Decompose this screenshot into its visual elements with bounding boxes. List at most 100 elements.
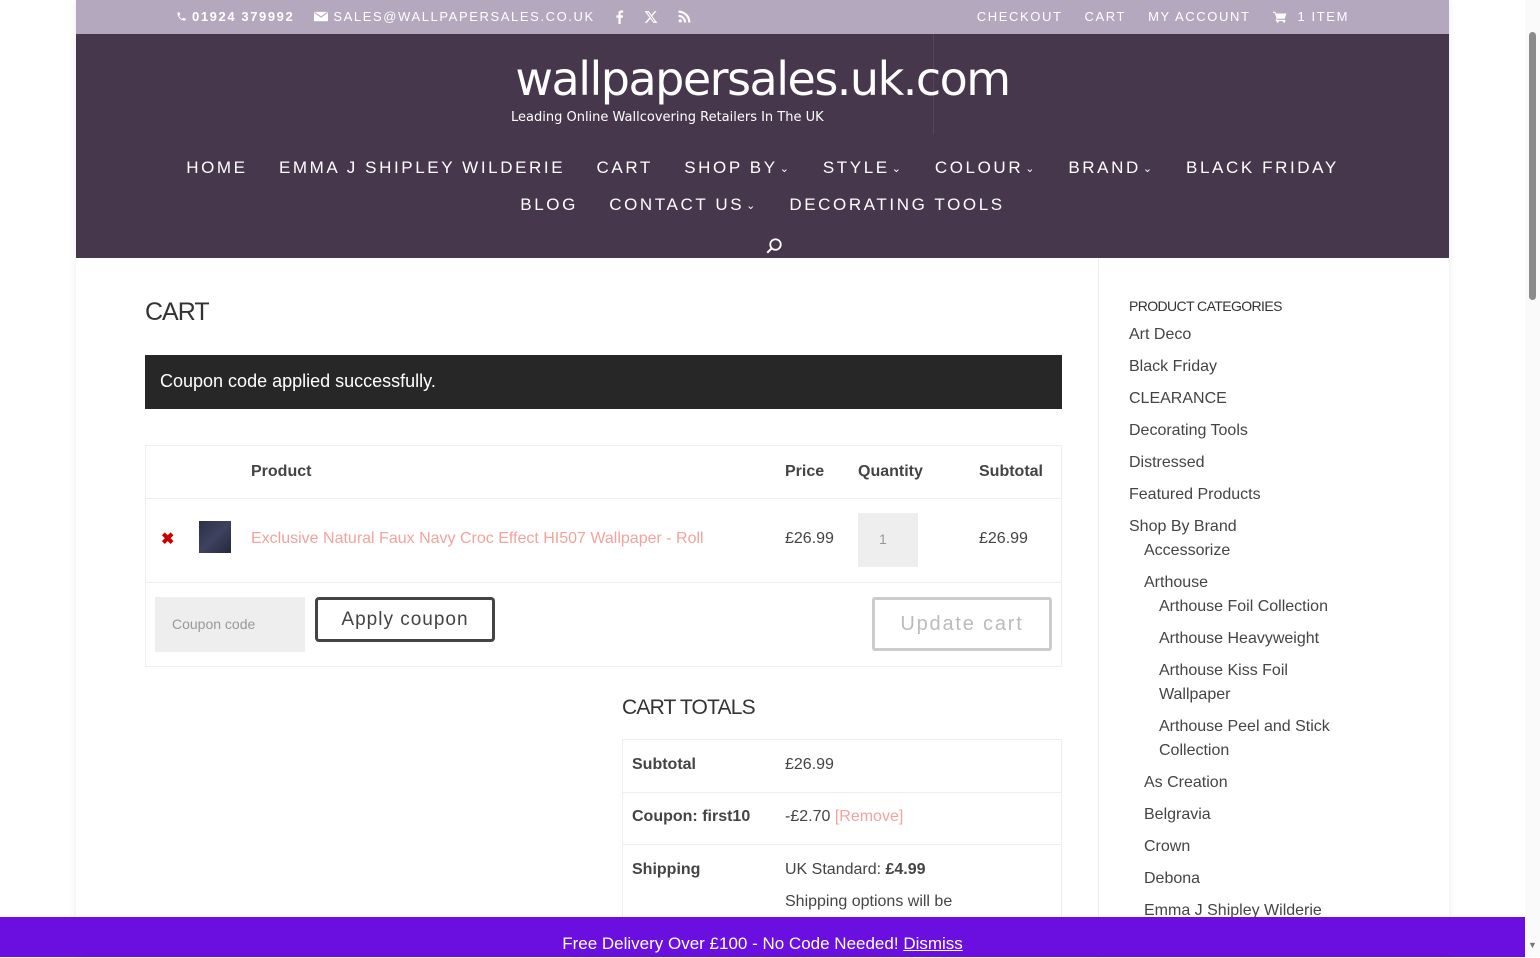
subtotal-value: £26.99	[785, 756, 834, 773]
shipping-note: Shipping options will be	[785, 893, 953, 910]
scrollbar[interactable]: ▼	[1525, 0, 1540, 957]
coupon-code-input[interactable]: Coupon code	[155, 597, 305, 652]
x-twitter-icon	[644, 10, 658, 23]
nav-cart[interactable]: CART	[597, 158, 653, 178]
sidebar-divider	[1098, 258, 1099, 958]
category-link[interactable]: Arthouse Kiss Foil	[1159, 659, 1288, 683]
main-nav-row1: HOME EMMA J SHIPLEY WILDERIE CART SHOP B…	[76, 158, 1449, 178]
divider	[623, 792, 1061, 793]
header-quantity: Quantity	[858, 463, 923, 480]
shopping-cart-icon	[1272, 11, 1286, 23]
my-account-link[interactable]: MY ACCOUNT	[1148, 9, 1250, 24]
cart-totals-title: CART TOTALS	[622, 696, 756, 719]
top-bar: 01924 379992 SALES@WALLPAPERSALES.CO.UK …	[76, 0, 1449, 34]
remove-coupon-link[interactable]: [Remove]	[835, 808, 903, 825]
divider	[146, 582, 1061, 583]
phone-number: 01924 379992	[192, 9, 295, 24]
item-price: £26.99	[785, 530, 834, 547]
x-twitter-link[interactable]	[644, 10, 658, 24]
chevron-down-icon: ⌄	[1025, 163, 1038, 175]
nav-black-friday[interactable]: BLACK FRIDAY	[1186, 158, 1339, 178]
subtotal-label: Subtotal	[632, 756, 696, 773]
site-header: wallpapersales.uk.com Leading Online Wal…	[76, 34, 1449, 258]
category-link[interactable]: Accessorize	[1144, 539, 1230, 563]
store-notice-text: Free Delivery Over £100 - No Code Needed…	[562, 934, 899, 953]
category-link[interactable]: Wallpaper	[1159, 683, 1230, 707]
category-link[interactable]: Featured Products	[1129, 483, 1261, 507]
cart-items-link[interactable]: 1 ITEM	[1272, 9, 1350, 24]
cart-totals-table: Subtotal £26.99 Coupon: first10 -£2.70 […	[622, 739, 1062, 941]
remove-item-icon[interactable]: ✖	[161, 529, 174, 549]
main-nav-row2: BLOG CONTACT US ⌄ DECORATING TOOLS	[76, 195, 1449, 215]
item-subtotal: £26.99	[979, 530, 1028, 547]
cart-items-count: 1 ITEM	[1297, 9, 1349, 24]
divider	[146, 498, 1061, 499]
category-link[interactable]: Arthouse Heavyweight	[1159, 627, 1319, 651]
nav-blog[interactable]: BLOG	[520, 195, 578, 215]
coupon-label: Coupon: first10	[632, 808, 751, 825]
phone-icon	[177, 12, 186, 21]
page-title: CART	[145, 298, 210, 326]
product-name-link[interactable]: Exclusive Natural Faux Navy Croc Effect …	[251, 530, 704, 548]
coupon-notice: Coupon code applied successfully.	[145, 355, 1062, 409]
update-cart-button[interactable]: Update cart	[872, 597, 1052, 651]
email-link[interactable]: SALES@WALLPAPERSALES.CO.UK	[314, 9, 594, 24]
category-link[interactable]: As Creation	[1144, 771, 1228, 795]
coupon-value-row: -£2.70 [Remove]	[785, 808, 903, 826]
category-link[interactable]: Art Deco	[1129, 323, 1191, 347]
nav-shop-by[interactable]: SHOP BY ⌄	[684, 158, 791, 178]
scroll-down-arrow-icon[interactable]: ▼	[1528, 940, 1537, 950]
nav-brand[interactable]: BRAND ⌄	[1068, 158, 1154, 178]
product-thumbnail[interactable]	[199, 521, 231, 553]
nav-home[interactable]: HOME	[186, 158, 247, 178]
header-product: Product	[251, 463, 312, 480]
category-link[interactable]: Shop By Brand	[1129, 515, 1237, 539]
nav-decorating-tools[interactable]: DECORATING TOOLS	[789, 195, 1004, 215]
rss-link[interactable]	[678, 10, 691, 23]
category-link[interactable]: Debona	[1144, 867, 1200, 891]
dismiss-link[interactable]: Dismiss	[903, 934, 963, 953]
email-address: SALES@WALLPAPERSALES.CO.UK	[333, 9, 595, 24]
shipping-price: £4.99	[885, 861, 926, 878]
store-notice-bar: Free Delivery Over £100 - No Code Needed…	[0, 917, 1525, 957]
apply-coupon-button[interactable]: Apply coupon	[315, 597, 495, 642]
cart-link[interactable]: CART	[1085, 9, 1127, 24]
header-price: Price	[785, 463, 825, 480]
nav-colour[interactable]: COLOUR ⌄	[935, 158, 1037, 178]
nav-emma-j-shipley[interactable]: EMMA J SHIPLEY WILDERIE	[279, 158, 565, 178]
page-container: 01924 379992 SALES@WALLPAPERSALES.CO.UK …	[76, 0, 1449, 958]
facebook-icon	[616, 9, 623, 24]
chevron-down-icon: ⌄	[891, 163, 904, 175]
facebook-link[interactable]	[615, 9, 624, 24]
chevron-down-icon: ⌄	[746, 200, 758, 212]
header-subtotal: Subtotal	[979, 463, 1043, 480]
quantity-input[interactable]: 1	[858, 513, 918, 567]
category-link[interactable]: Arthouse Foil Collection	[1159, 595, 1328, 619]
scrollbar-thumb[interactable]	[1529, 32, 1536, 300]
shipping-method: UK Standard: £4.99	[785, 861, 926, 878]
sidebar-title: PRODUCT CATEGORIES	[1129, 298, 1282, 314]
category-link[interactable]: CLEARANCE	[1129, 387, 1227, 411]
category-link[interactable]: Distressed	[1129, 451, 1205, 475]
checkout-link[interactable]: CHECKOUT	[977, 9, 1063, 24]
envelope-icon	[314, 11, 329, 22]
nav-contact-us[interactable]: CONTACT US ⌄	[609, 195, 758, 215]
category-link[interactable]: Arthouse	[1144, 571, 1208, 595]
category-link[interactable]: Crown	[1144, 835, 1190, 859]
phone-link[interactable]: 01924 379992	[176, 9, 294, 24]
chevron-down-icon: ⌄	[779, 163, 792, 175]
search-button[interactable]	[765, 237, 783, 260]
site-logo[interactable]: wallpapersales.uk.com	[76, 52, 1449, 106]
category-link[interactable]: Black Friday	[1129, 355, 1217, 379]
chevron-down-icon: ⌄	[1142, 163, 1155, 175]
category-link[interactable]: Belgravia	[1144, 803, 1211, 827]
shipping-label: Shipping	[632, 861, 701, 878]
nav-style[interactable]: STYLE ⌄	[823, 158, 904, 178]
site-tagline: Leading Online Wallcovering Retailers In…	[511, 110, 824, 125]
category-link[interactable]: Arthouse Peel and Stick	[1159, 715, 1330, 739]
search-icon	[766, 238, 782, 254]
divider	[623, 844, 1061, 845]
category-link[interactable]: Collection	[1159, 739, 1229, 763]
category-link[interactable]: Decorating Tools	[1129, 419, 1248, 443]
cart-table: Product Price Quantity Subtotal ✖ Exclus…	[145, 445, 1062, 667]
